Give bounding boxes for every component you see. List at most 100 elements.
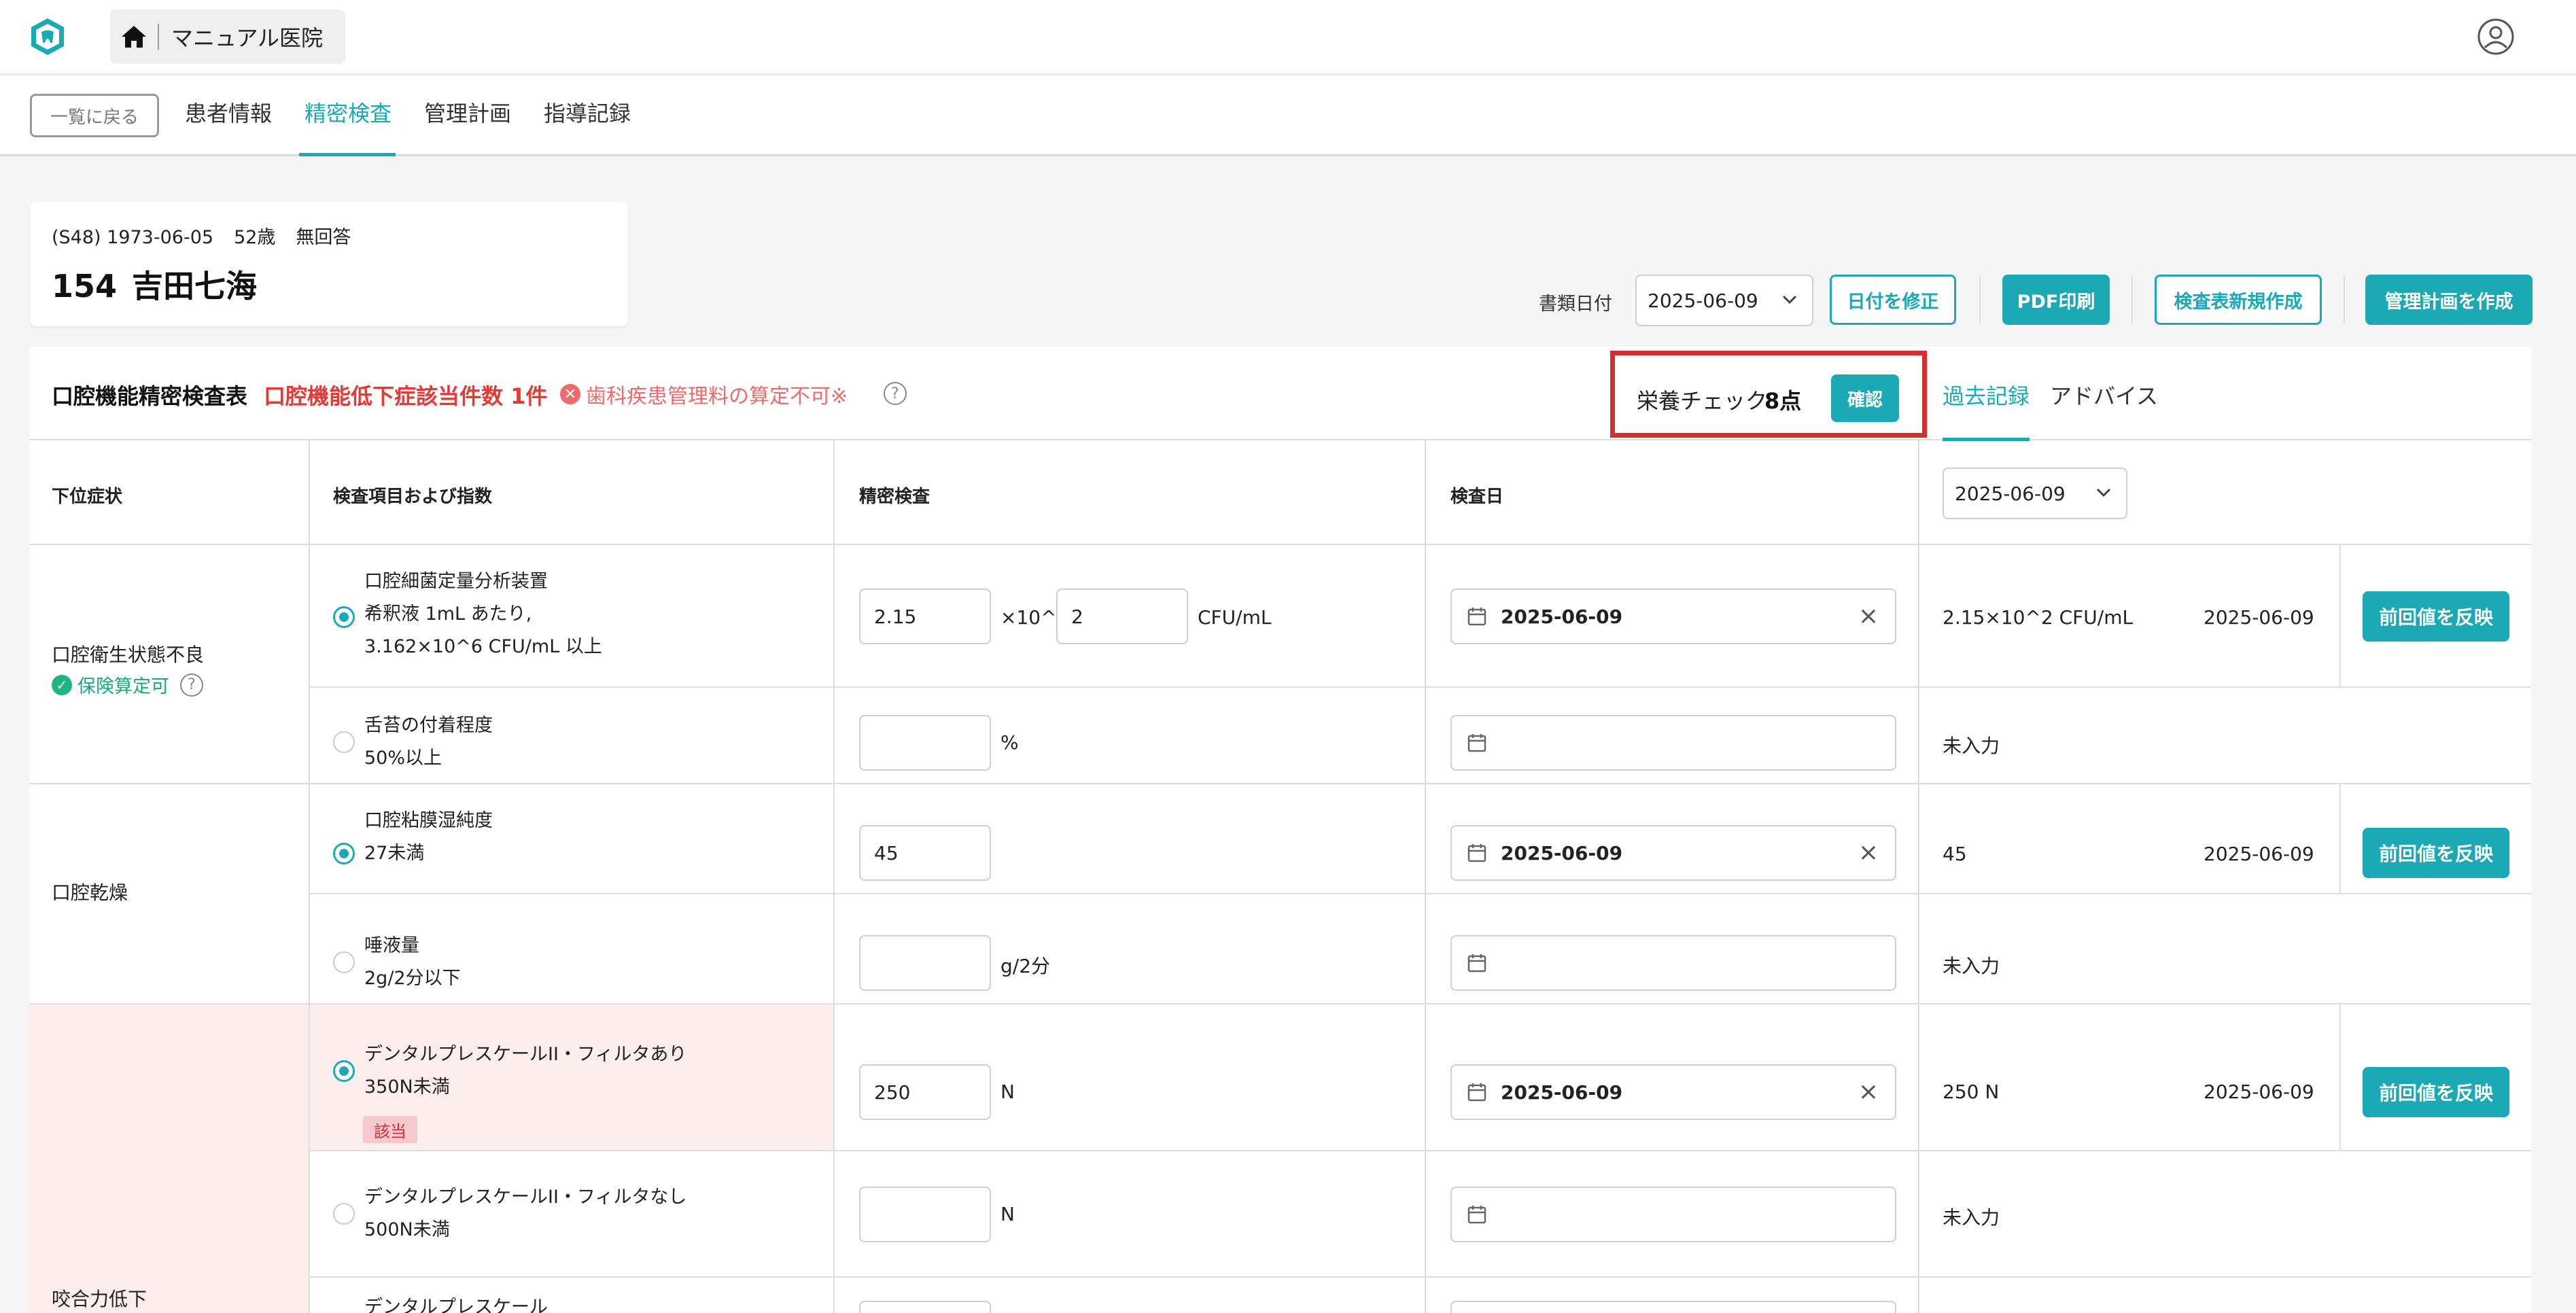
help-icon[interactable]: ?: [884, 382, 907, 405]
tab-management-plan[interactable]: 管理計画: [424, 97, 511, 156]
exam-date-input[interactable]: 2025-06-09 ×: [1450, 825, 1896, 881]
pdf-print-button[interactable]: PDF印刷: [2002, 275, 2110, 325]
exam-item-criteria: 500N未満: [364, 1219, 450, 1240]
exam-date-input[interactable]: [1450, 1301, 1896, 1313]
divider: [1425, 440, 1426, 1313]
clear-icon[interactable]: ×: [1858, 602, 1879, 630]
fix-date-button[interactable]: 日付を修正: [1830, 275, 1956, 325]
chevron-down-icon: [2096, 488, 2111, 497]
measure-input[interactable]: [859, 1301, 991, 1313]
tab-advice[interactable]: アドバイス: [2050, 379, 2158, 410]
exam-item-name: デンタルプレスケールII・フィルタなし: [364, 1187, 687, 1208]
nutrition-score: 8点: [1764, 388, 1802, 414]
measure-input[interactable]: 2.15: [859, 589, 991, 644]
divider: [30, 783, 2531, 784]
item-radio[interactable]: [333, 606, 355, 628]
exam-date-input[interactable]: 2025-06-09 ×: [1450, 1064, 1896, 1120]
unit-label: N: [1000, 1203, 1015, 1225]
reflect-previous-button[interactable]: 前回値を反映: [2363, 1067, 2509, 1117]
unit-label: CFU/mL: [1198, 606, 1272, 629]
doc-date-value: 2025-06-09: [1648, 289, 1758, 312]
insurance-ok-text: 保険算定可: [77, 676, 169, 697]
exam-item-text: 舌苔の付着程度 50%以上: [364, 710, 493, 775]
unit-label: N: [1000, 1081, 1015, 1103]
exam-item-name: 口腔粘膜湿純度: [364, 810, 493, 831]
divider: [309, 893, 2531, 894]
back-to-list-button[interactable]: 一覧に戻る: [30, 94, 159, 137]
patient-meta: (S48) 1973-06-05 52歳 無回答: [52, 222, 371, 249]
patient-age: 52歳: [234, 227, 276, 248]
exam-title-row: 口腔機能精密検査表 口腔機能低下症該当件数 1件 ✕ 歯科疾患管理料の算定不可※…: [30, 347, 2531, 441]
column-header: 下位症状: [52, 487, 123, 507]
divider: [2339, 783, 2341, 893]
help-icon[interactable]: ?: [180, 673, 203, 697]
applicable-count: 口腔機能低下症該当件数 1件: [264, 383, 548, 409]
doc-date-select[interactable]: 2025-06-09: [1635, 275, 1813, 326]
item-radio[interactable]: [333, 1060, 355, 1082]
exam-date-input[interactable]: [1450, 1187, 1896, 1242]
previous-value: 未入力: [1943, 735, 2000, 757]
measure-input[interactable]: 45: [859, 825, 991, 881]
reflect-previous-button[interactable]: 前回値を反映: [2363, 828, 2509, 878]
exam-item-name: 口腔細菌定量分析装置: [364, 571, 548, 592]
exam-item-criteria: 3.162×10^6 CFU/mL 以上: [364, 636, 602, 657]
divider: [2131, 276, 2133, 323]
check-circle-icon: ✓: [52, 674, 72, 695]
measure-input[interactable]: 250: [859, 1064, 991, 1120]
previous-date: 2025-06-09: [2204, 606, 2314, 629]
exam-title: 口腔機能精密検査表: [52, 383, 248, 409]
history-date-select[interactable]: 2025-06-09: [1943, 468, 2127, 519]
billing-warning: ✕ 歯科疾患管理料の算定不可※: [560, 379, 848, 409]
previous-date: 2025-06-09: [2204, 1081, 2314, 1103]
divider: [1918, 440, 1919, 1313]
divider: [309, 686, 2531, 688]
divider: [158, 24, 159, 50]
tab-guidance-record[interactable]: 指導記録: [544, 97, 631, 156]
exam-date-input[interactable]: [1450, 715, 1896, 771]
page-tabs: 一覧に戻る 患者情報 精密検査 管理計画 指導記録: [0, 76, 2576, 156]
calendar-icon: [1467, 1206, 1486, 1224]
patient-id: 154: [52, 268, 118, 304]
exam-item-text: 口腔粘膜湿純度 27未満: [364, 805, 493, 870]
exponent-input[interactable]: 2: [1056, 589, 1188, 644]
exam-item-text: 口腔細菌定量分析装置 希釈液 1mL あたり, 3.162×10^6 CFU/m…: [364, 565, 602, 663]
measure-input[interactable]: [859, 1187, 991, 1242]
exam-item-text: 唾液量 2g/2分以下: [364, 930, 461, 995]
item-radio[interactable]: [333, 843, 355, 864]
tab-patient-info[interactable]: 患者情報: [185, 97, 272, 156]
symptom-cell: 口腔衛生状態不良 ✓ 保険算定可 ?: [30, 545, 309, 783]
create-plan-button[interactable]: 管理計画を作成: [2365, 275, 2533, 325]
symptom-label: 口腔乾燥: [52, 881, 128, 904]
measure-input[interactable]: [859, 715, 991, 771]
exam-item-name: デンタルプレスケール: [364, 1297, 548, 1313]
tab-detailed-exam[interactable]: 精密検査: [299, 97, 396, 156]
item-radio[interactable]: [333, 731, 355, 753]
applicable-tag: 該当: [363, 1116, 417, 1143]
tab-past-records[interactable]: 過去記録: [1943, 379, 2030, 410]
divider: [30, 1003, 2531, 1004]
reflect-previous-button[interactable]: 前回値を反映: [2363, 591, 2509, 642]
clinic-selector[interactable]: マニュアル医院: [110, 10, 345, 64]
column-header: 検査項目および指数: [333, 487, 493, 507]
clear-icon[interactable]: ×: [1858, 839, 1879, 866]
tooth-shield-icon[interactable]: [27, 16, 68, 57]
symptom-cell: 口腔乾燥: [30, 783, 309, 1003]
exam-item-text: デンタルプレスケールII・フィルタなし 500N未満: [364, 1181, 686, 1246]
user-circle-icon[interactable]: [2477, 18, 2515, 56]
error-icon: ✕: [560, 384, 580, 404]
item-radio[interactable]: [333, 1203, 355, 1225]
calendar-icon: [1467, 734, 1486, 752]
exam-date-input[interactable]: [1450, 935, 1896, 991]
clear-icon[interactable]: ×: [1858, 1078, 1879, 1106]
patient-name: 吉田七海: [132, 268, 258, 304]
nutrition-confirm-button[interactable]: 確認: [1831, 374, 1899, 422]
exam-date-value: 2025-06-09: [1501, 1081, 1623, 1104]
patient-title: 154 吉田七海: [52, 262, 272, 307]
measure-input[interactable]: [859, 935, 991, 991]
item-radio[interactable]: [333, 951, 355, 973]
patient-gender: 無回答: [296, 227, 351, 248]
exam-date-input[interactable]: 2025-06-09 ×: [1450, 589, 1896, 644]
new-exam-sheet-button[interactable]: 検査表新規作成: [2155, 275, 2322, 325]
exam-item-criteria: 50%以上: [364, 748, 442, 769]
exam-item-text: デンタルプレスケール: [364, 1291, 548, 1313]
